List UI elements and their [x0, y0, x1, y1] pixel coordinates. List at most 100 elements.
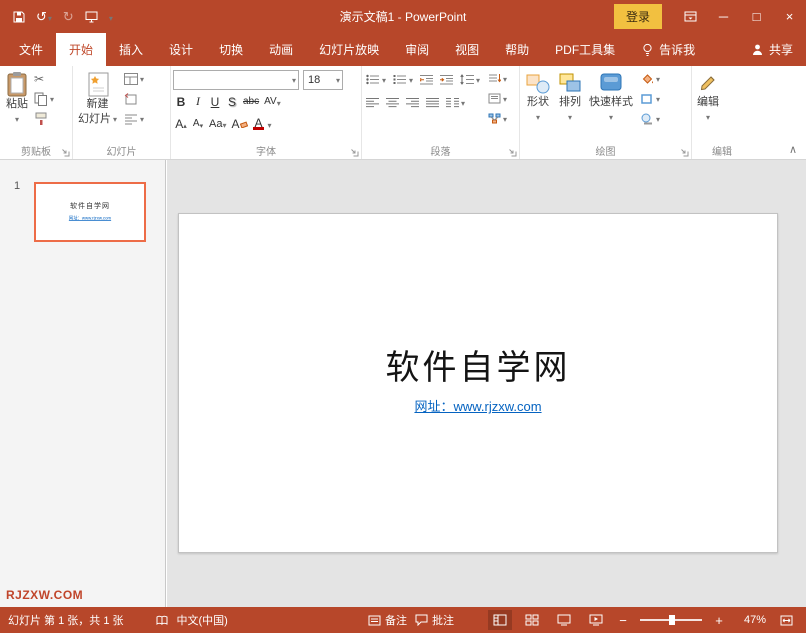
- slide-subtitle-link[interactable]: 网址：www.rjzxw.com: [179, 396, 777, 415]
- tab-home[interactable]: 开始: [56, 33, 106, 66]
- align-right-button[interactable]: [404, 93, 421, 112]
- font-size-combo[interactable]: 18: [303, 70, 343, 90]
- paragraph-dialog-launcher[interactable]: [508, 148, 517, 157]
- editing-button[interactable]: 编辑: [694, 69, 722, 127]
- italic-button[interactable]: I: [190, 93, 206, 111]
- start-slideshow-button[interactable]: [82, 10, 101, 24]
- line-spacing-button[interactable]: [458, 70, 482, 89]
- bold-button[interactable]: B: [173, 93, 189, 111]
- clear-formatting-button[interactable]: A: [229, 115, 249, 133]
- reset-slide-button[interactable]: [122, 89, 146, 108]
- paste-button[interactable]: 粘贴: [2, 69, 32, 129]
- tab-help[interactable]: 帮助: [492, 33, 542, 66]
- quick-styles-button[interactable]: 快速样式: [586, 69, 636, 127]
- slideshow-view-button[interactable]: [584, 610, 608, 630]
- thumbnail-title-text: 软件自学网: [36, 201, 144, 211]
- shrink-font-button[interactable]: A: [190, 115, 206, 133]
- normal-view-button[interactable]: [488, 610, 512, 630]
- close-button[interactable]: ×: [773, 0, 806, 33]
- slide-layout-button[interactable]: [122, 69, 146, 88]
- zoom-in-button[interactable]: +: [712, 613, 726, 628]
- tell-me-box[interactable]: 告诉我: [628, 33, 708, 66]
- arrange-button[interactable]: 排列: [554, 69, 586, 127]
- comments-button[interactable]: 批注: [415, 612, 454, 628]
- font-dialog-launcher[interactable]: [350, 148, 359, 157]
- shapes-label: 形状: [527, 96, 549, 110]
- tab-transitions[interactable]: 切换: [206, 33, 256, 66]
- decrease-indent-button[interactable]: [418, 70, 435, 89]
- dropdown-arrow-icon: [609, 111, 613, 125]
- shape-outline-button[interactable]: [638, 89, 662, 108]
- convert-to-smartart-button[interactable]: [486, 109, 509, 128]
- align-left-button[interactable]: [364, 93, 381, 112]
- zoom-level[interactable]: 47%: [734, 614, 766, 626]
- zoom-slider-handle[interactable]: [669, 615, 675, 625]
- tab-slideshow[interactable]: 幻灯片放映: [306, 33, 392, 66]
- copy-button[interactable]: [32, 89, 56, 108]
- cut-button[interactable]: ✂: [32, 69, 56, 88]
- font-name-combo[interactable]: [173, 70, 299, 90]
- minimize-button[interactable]: ─: [707, 0, 740, 33]
- drawing-dialog-launcher[interactable]: [680, 148, 689, 157]
- zoom-slider[interactable]: [640, 619, 702, 621]
- notes-button[interactable]: 备注: [368, 612, 407, 628]
- dropdown-arrow-icon: [222, 117, 226, 131]
- zoom-out-button[interactable]: −: [616, 613, 630, 628]
- tab-design[interactable]: 设计: [156, 33, 206, 66]
- section-button[interactable]: [122, 109, 146, 128]
- shapes-button[interactable]: 形状: [522, 69, 554, 127]
- shape-fill-button[interactable]: [638, 69, 662, 88]
- grow-font-button[interactable]: A: [173, 115, 189, 133]
- undo-button[interactable]: ↺: [33, 8, 55, 26]
- maximize-button[interactable]: □: [740, 0, 773, 33]
- share-label: 共享: [769, 41, 793, 58]
- text-shadow-button[interactable]: S: [224, 93, 240, 111]
- ribbon-display-options-button[interactable]: [674, 0, 707, 33]
- format-painter-icon: [34, 112, 48, 126]
- tab-insert[interactable]: 插入: [106, 33, 156, 66]
- font-color-button[interactable]: A: [251, 115, 267, 133]
- bullets-button[interactable]: [364, 70, 388, 89]
- slide-thumbnail[interactable]: 软件自学网 网址：www.rjzxw.com: [34, 182, 146, 242]
- copy-icon: [34, 92, 48, 106]
- tab-view[interactable]: 视图: [442, 33, 492, 66]
- customize-qat-button[interactable]: [106, 8, 116, 25]
- fit-to-window-button[interactable]: [774, 610, 798, 630]
- new-slide-button[interactable]: 新建 幻灯片: [75, 69, 120, 129]
- align-text-button[interactable]: [486, 89, 509, 108]
- dropdown-arrow-icon: [15, 113, 19, 127]
- paste-label: 粘贴: [6, 98, 28, 112]
- clipboard-dialog-launcher[interactable]: [61, 148, 70, 157]
- login-button[interactable]: 登录: [614, 4, 662, 29]
- save-button[interactable]: [10, 10, 28, 24]
- dropdown-arrow-icon: [140, 73, 144, 85]
- columns-button[interactable]: [444, 93, 467, 112]
- slide-title-textbox[interactable]: 软件自学网: [179, 340, 777, 389]
- character-spacing-button[interactable]: AV: [262, 93, 283, 111]
- format-painter-button[interactable]: [32, 109, 56, 128]
- tab-pdf-tools[interactable]: PDF工具集: [542, 33, 628, 66]
- slide-editing-area[interactable]: 软件自学网 网址：www.rjzxw.com: [167, 160, 806, 607]
- align-center-button[interactable]: [384, 93, 401, 112]
- share-button[interactable]: 共享: [738, 33, 806, 66]
- slide-indicator[interactable]: 幻灯片 第 1 张，共 1 张: [8, 612, 124, 628]
- slide-sorter-icon: [525, 614, 539, 626]
- slide-sorter-view-button[interactable]: [520, 610, 544, 630]
- shape-effects-button[interactable]: [638, 109, 662, 128]
- collapse-ribbon-button[interactable]: ∧: [789, 143, 797, 156]
- change-case-button[interactable]: Aa: [207, 115, 228, 133]
- numbering-button[interactable]: [391, 70, 415, 89]
- redo-button[interactable]: ↻: [60, 8, 77, 26]
- spellcheck-button[interactable]: [156, 614, 169, 626]
- tab-review[interactable]: 审阅: [392, 33, 442, 66]
- tab-animations[interactable]: 动画: [256, 33, 306, 66]
- reading-view-button[interactable]: [552, 610, 576, 630]
- text-direction-button[interactable]: [486, 69, 509, 88]
- underline-button[interactable]: U: [207, 93, 223, 111]
- slide-canvas[interactable]: 软件自学网 网址：www.rjzxw.com: [178, 213, 778, 553]
- justify-button[interactable]: [424, 93, 441, 112]
- increase-indent-button[interactable]: [438, 70, 455, 89]
- tab-file[interactable]: 文件: [6, 33, 56, 66]
- language-indicator[interactable]: 中文(中国): [177, 612, 228, 628]
- strikethrough-button[interactable]: abc: [241, 93, 261, 111]
